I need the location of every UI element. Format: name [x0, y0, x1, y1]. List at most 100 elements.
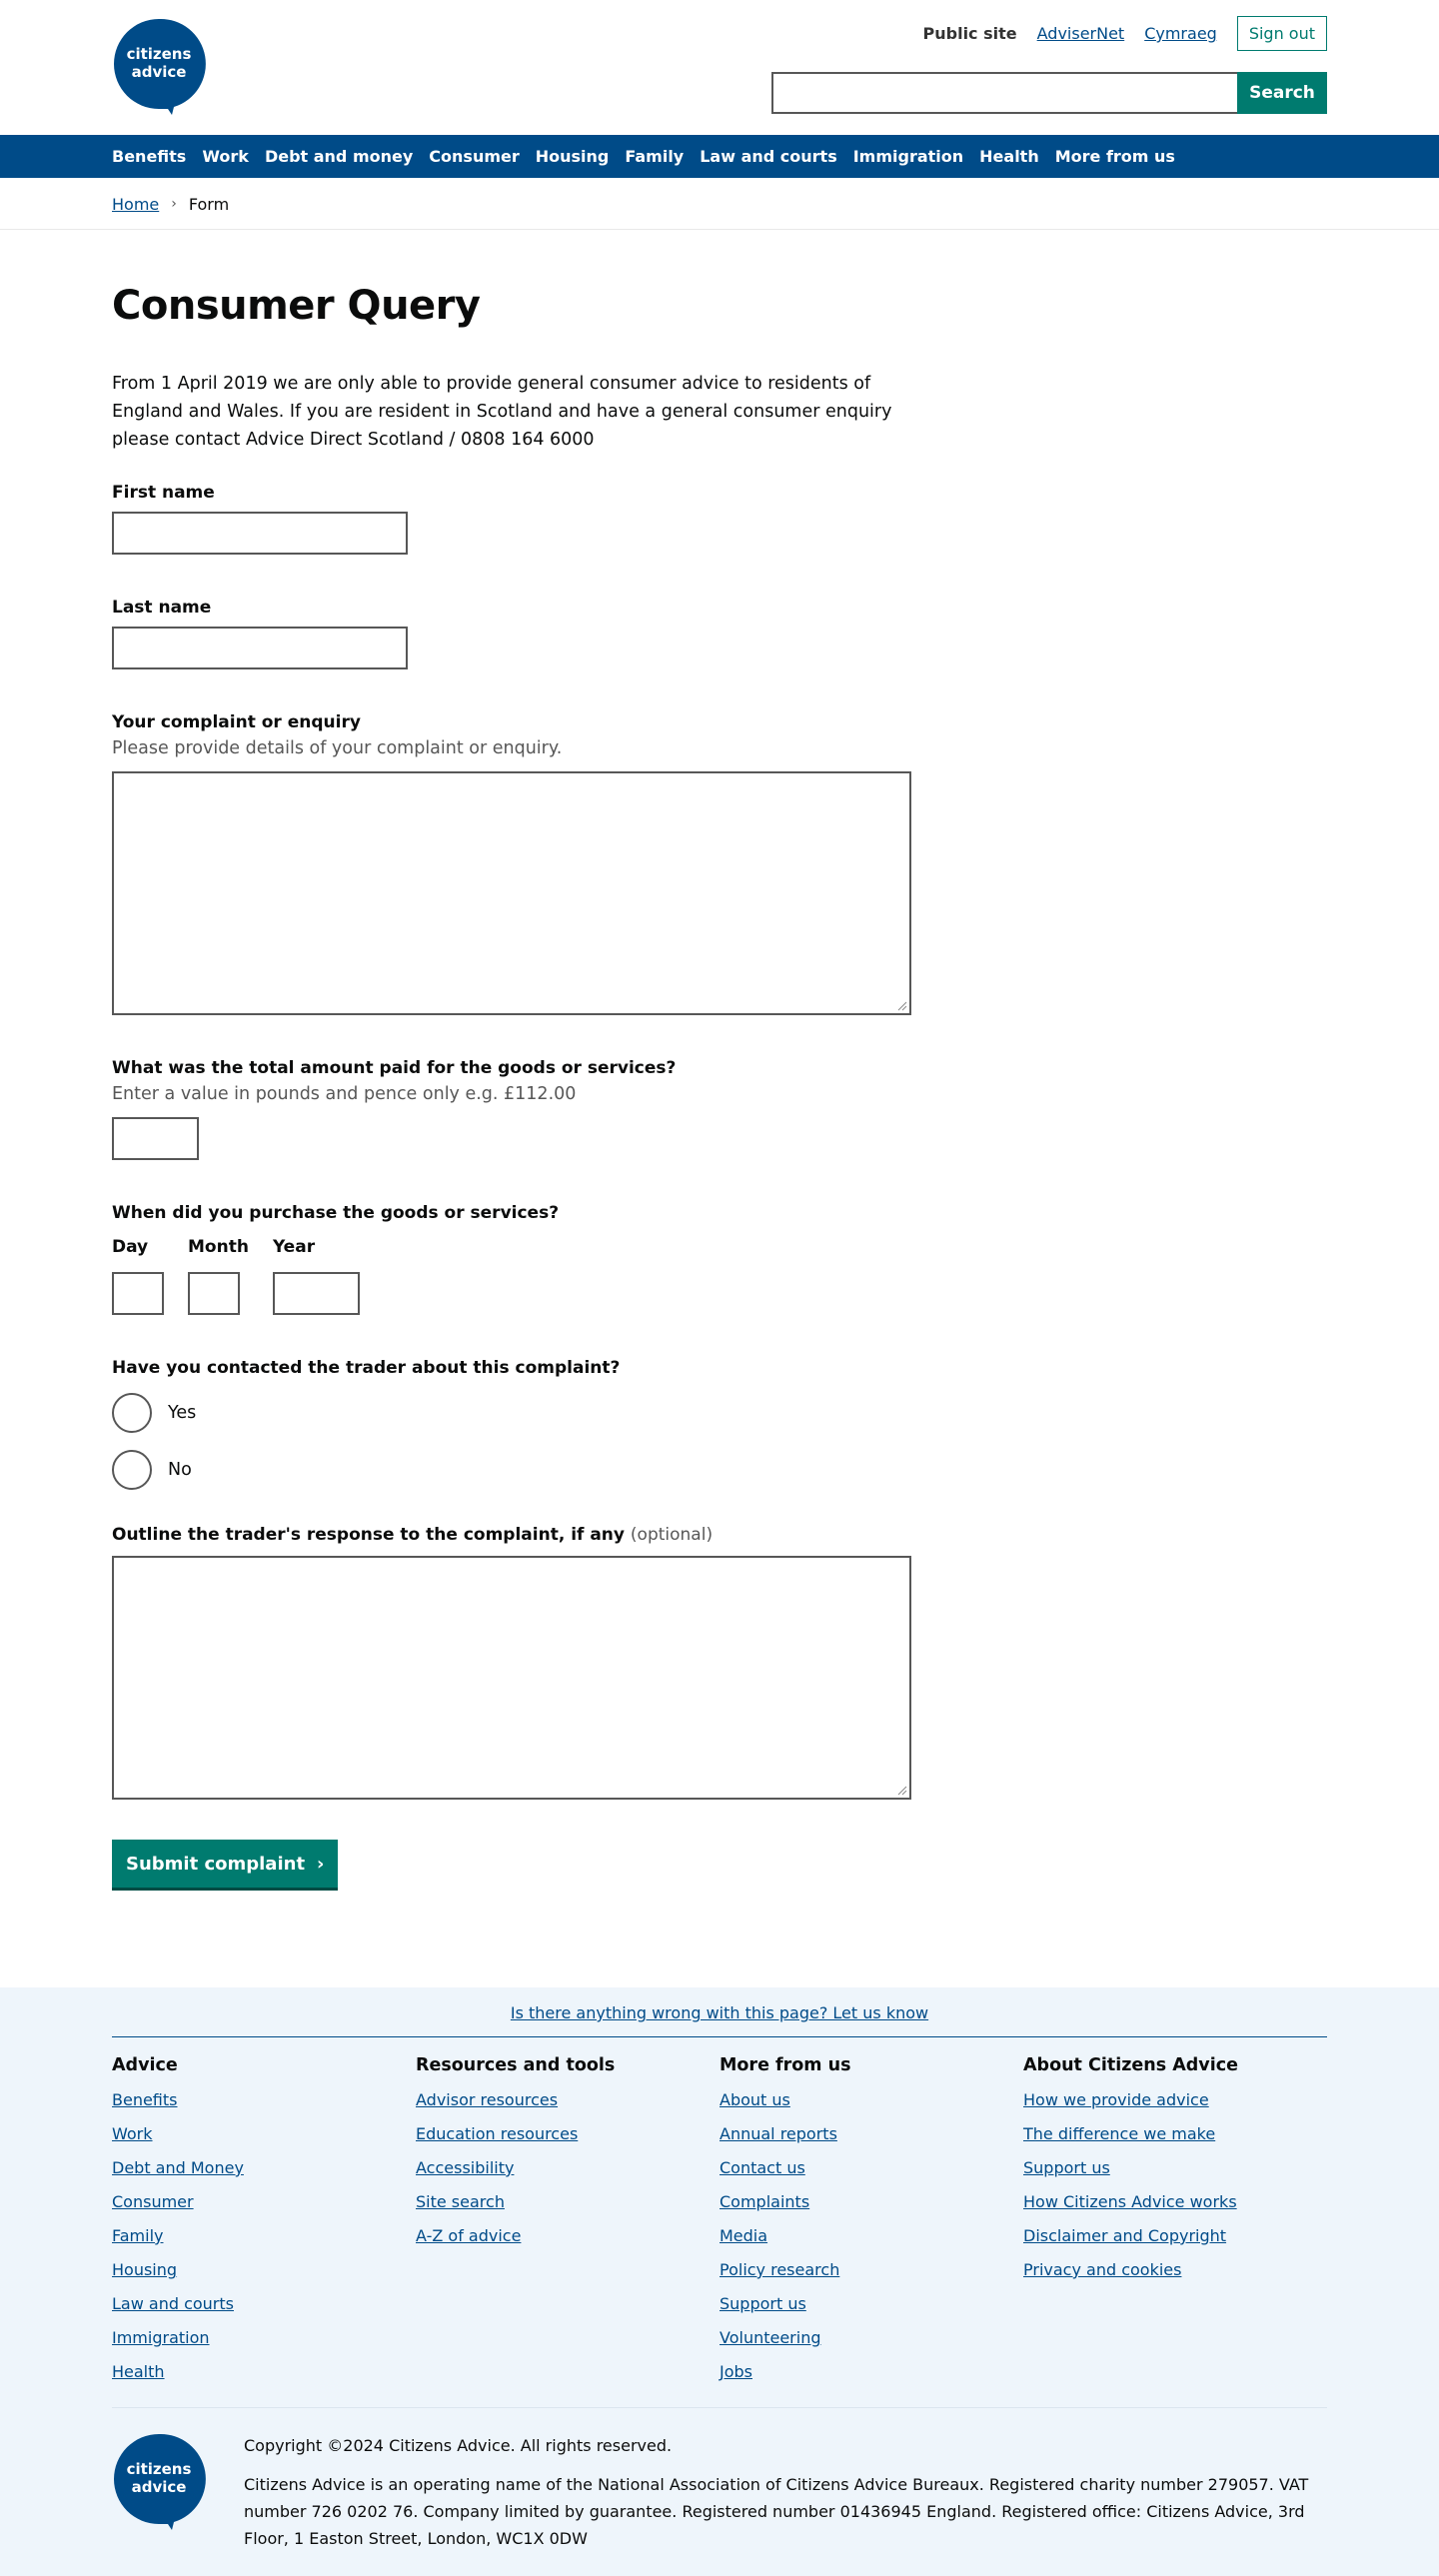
radio-yes-circle[interactable]	[112, 1393, 152, 1433]
footer-link[interactable]: How Citizens Advice works	[1023, 2185, 1327, 2219]
first-name-input[interactable]	[112, 512, 408, 555]
footer-link[interactable]: Debt and Money	[112, 2151, 416, 2185]
resize-grip-icon[interactable]	[897, 1786, 907, 1796]
footer-link[interactable]: Privacy and cookies	[1023, 2253, 1327, 2287]
purchase-date-group: When did you purchase the goods or servi…	[112, 1200, 1327, 1315]
citizens-advice-logo[interactable]: citizens advice	[112, 17, 206, 115]
last-name-input[interactable]	[112, 627, 408, 669]
footer-link[interactable]: Support us	[1023, 2151, 1327, 2185]
last-name-label: Last name	[112, 598, 212, 618]
year-input[interactable]	[272, 1272, 360, 1315]
footer-column-title: Resources and tools	[416, 2055, 616, 2075]
breadcrumb-home-link[interactable]: Home	[112, 195, 159, 214]
footer-link[interactable]: Family	[112, 2219, 416, 2253]
year-label: Year	[272, 1237, 316, 1257]
footer-column-title: About Citizens Advice	[1023, 2055, 1238, 2075]
chevron-right-icon: ›	[317, 1853, 325, 1875]
page-title: Consumer Query	[112, 283, 481, 329]
advisernet-link[interactable]: AdviserNet	[1037, 24, 1125, 43]
search-input[interactable]	[771, 72, 1237, 114]
footer-link[interactable]: Site search	[416, 2185, 720, 2219]
nav-item-consumer[interactable]: Consumer	[429, 147, 519, 166]
contacted-label: Have you contacted the trader about this…	[112, 1358, 621, 1378]
footer-link[interactable]: Media	[720, 2219, 1023, 2253]
footer-link[interactable]: Law and courts	[112, 2287, 416, 2321]
footer-column-title: Advice	[112, 2055, 178, 2075]
radio-no-label[interactable]: No	[168, 1460, 192, 1480]
sign-out-button[interactable]: Sign out	[1236, 16, 1327, 51]
footer-link[interactable]: Benefits	[112, 2083, 416, 2117]
main-content: Consumer Query From 1 April 2019 we are …	[112, 230, 1327, 1987]
footer-link[interactable]: Accessibility	[416, 2151, 720, 2185]
chevron-right-icon: ›	[171, 196, 177, 212]
nav-item-more-from-us[interactable]: More from us	[1055, 147, 1175, 166]
copyright-text: Copyright ©2024 Citizens Advice. All rig…	[244, 2436, 673, 2455]
optional-tag: (optional)	[630, 1525, 714, 1545]
footer-link[interactable]: Volunteering	[720, 2321, 1023, 2355]
breadcrumb: Home › Form	[0, 178, 1439, 230]
last-name-group: Last name	[112, 595, 1327, 669]
footer-column-advice: Advice Benefits Work Debt and Money Cons…	[112, 2055, 416, 2389]
footer-link[interactable]: A-Z of advice	[416, 2219, 720, 2253]
nav-item-family[interactable]: Family	[625, 147, 684, 166]
amount-hint: Enter a value in pounds and pence only e…	[112, 1084, 577, 1104]
footer-link[interactable]: The difference we make	[1023, 2117, 1327, 2151]
submit-complaint-button[interactable]: Submit complaint ›	[112, 1840, 339, 1888]
footer-link[interactable]: Contact us	[720, 2151, 1023, 2185]
footer-link[interactable]: Housing	[112, 2253, 416, 2287]
logo-text-line1: citizens	[127, 45, 192, 63]
first-name-label: First name	[112, 483, 215, 503]
breadcrumb-current: Form	[188, 194, 230, 214]
public-site-label: Public site	[922, 24, 1017, 43]
complaint-textarea[interactable]	[112, 771, 911, 1015]
amount-input[interactable]	[112, 1117, 199, 1160]
footer-link[interactable]: How we provide advice	[1023, 2083, 1327, 2117]
footer-link[interactable]: About us	[720, 2083, 1023, 2117]
footer-column-title: More from us	[720, 2055, 851, 2075]
nav-item-debt-and-money[interactable]: Debt and money	[265, 147, 413, 166]
day-input[interactable]	[112, 1272, 164, 1315]
footer-link[interactable]: Education resources	[416, 2117, 720, 2151]
footer-link[interactable]: Disclaimer and Copyright	[1023, 2219, 1327, 2253]
search-button[interactable]: Search	[1237, 72, 1327, 114]
footer-link[interactable]: Immigration	[112, 2321, 416, 2355]
intro-text: From 1 April 2019 we are only able to pr…	[112, 374, 892, 450]
footer-link[interactable]: Policy research	[720, 2253, 1023, 2287]
amount-group: What was the total amount paid for the g…	[112, 1055, 1327, 1160]
footer-link[interactable]: Work	[112, 2117, 416, 2151]
logo-text-line2: advice	[132, 2478, 187, 2496]
date-inputs: Day Month Year	[112, 1234, 1327, 1315]
complaint-label: Your complaint or enquiry	[112, 712, 361, 732]
footer-link[interactable]: Annual reports	[720, 2117, 1023, 2151]
date-day: Day	[112, 1234, 164, 1315]
nav-item-immigration[interactable]: Immigration	[853, 147, 963, 166]
date-month: Month	[188, 1234, 249, 1315]
resize-grip-icon[interactable]	[897, 1001, 907, 1011]
footer-link[interactable]: Support us	[720, 2287, 1023, 2321]
footer-link[interactable]: Consumer	[112, 2185, 416, 2219]
response-label: Outline the trader's response to the com…	[112, 1522, 1327, 1548]
footer-link[interactable]: Jobs	[720, 2355, 1023, 2389]
footer-link[interactable]: Advisor resources	[416, 2083, 720, 2117]
nav-item-housing[interactable]: Housing	[536, 147, 610, 166]
response-textarea[interactable]	[112, 1556, 911, 1800]
day-label: Day	[112, 1237, 149, 1257]
footer-column-about: About Citizens Advice How we provide adv…	[1023, 2055, 1327, 2389]
radio-yes[interactable]: Yes	[112, 1393, 1327, 1433]
footer-link[interactable]: Health	[112, 2355, 416, 2389]
site-footer: Is there anything wrong with this page? …	[0, 1987, 1439, 2576]
nav-item-health[interactable]: Health	[979, 147, 1039, 166]
nav-item-law-and-courts[interactable]: Law and courts	[700, 147, 836, 166]
date-year: Year	[272, 1234, 360, 1315]
nav-item-benefits[interactable]: Benefits	[112, 147, 186, 166]
radio-yes-label[interactable]: Yes	[168, 1403, 196, 1423]
nav-item-work[interactable]: Work	[202, 147, 249, 166]
footer-link[interactable]: Complaints	[720, 2185, 1023, 2219]
radio-no[interactable]: No	[112, 1450, 1327, 1490]
radio-no-circle[interactable]	[112, 1450, 152, 1490]
month-input[interactable]	[188, 1272, 240, 1315]
footer-legal: Copyright ©2024 Citizens Advice. All rig…	[244, 2432, 1327, 2552]
cymraeg-link[interactable]: Cymraeg	[1144, 24, 1217, 43]
feedback-row: Is there anything wrong with this page? …	[112, 2003, 1327, 2037]
feedback-link[interactable]: Is there anything wrong with this page? …	[511, 2003, 928, 2022]
